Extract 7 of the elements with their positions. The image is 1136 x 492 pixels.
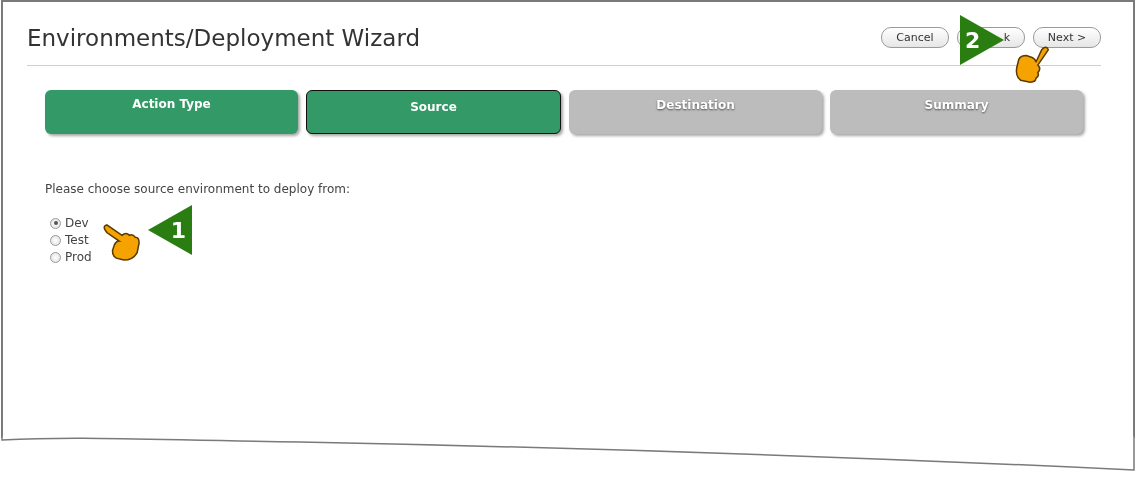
prompt-text: Please choose source environment to deploy from: (45, 182, 352, 196)
number-callout-tooltip: 1 (148, 205, 192, 255)
window-title: Environments/Deployment Wizard (27, 24, 421, 51)
number-callout-tooltip: 2 (960, 15, 1004, 65)
option-label: Prod (65, 250, 92, 264)
option-label: Test (65, 233, 89, 247)
option-label: Dev (65, 216, 89, 230)
